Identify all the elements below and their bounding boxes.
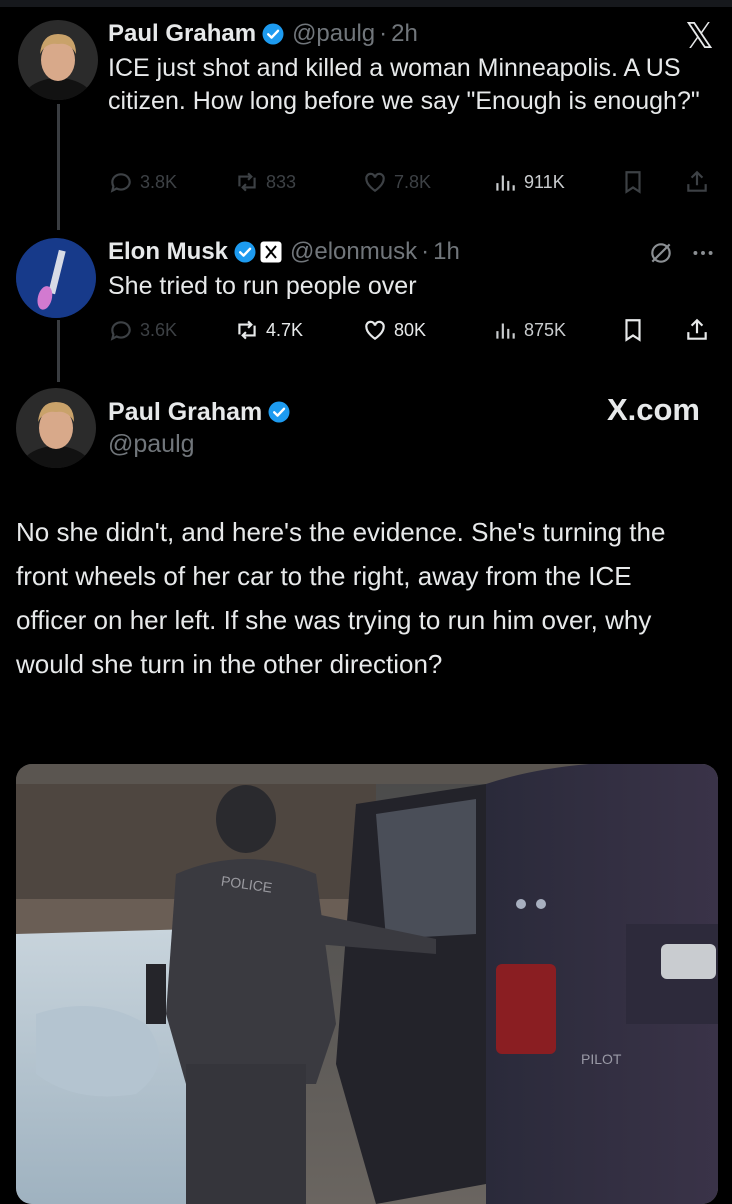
like-count: 80K: [394, 319, 427, 340]
view-count: 911K: [524, 171, 565, 192]
views-icon: [496, 175, 515, 191]
bookmark-button[interactable]: [620, 169, 646, 195]
top-divider: [0, 0, 732, 7]
separator-dot: ·: [379, 20, 388, 47]
x-com-brand: X.com: [606, 392, 700, 427]
thread-connector: [57, 104, 60, 230]
reply-icon: [110, 321, 131, 341]
reply-icon: [110, 173, 131, 193]
verified-badge-icon: [262, 23, 284, 45]
view-count: 875K: [524, 319, 567, 340]
avatar-paul-graham[interactable]: [16, 388, 96, 468]
share-icon: [687, 318, 707, 340]
more-options-icon[interactable]: [690, 240, 716, 266]
tweet-media-image[interactable]: PILOT POLICE: [16, 764, 718, 1204]
author-name[interactable]: Paul Graham: [108, 20, 256, 48]
separator-dot: ·: [421, 238, 430, 265]
x-affiliate-badge-icon: [260, 241, 282, 263]
repost-button[interactable]: 833: [234, 169, 296, 195]
vehicle-badge-text: PILOT: [581, 1051, 622, 1067]
views-button[interactable]: 875K: [492, 317, 566, 343]
avatar-paul-graham[interactable]: [18, 20, 98, 100]
reply-count: 3.6K: [140, 319, 178, 340]
reply-button[interactable]: 3.8K: [108, 169, 177, 195]
like-count: 7.8K: [394, 171, 432, 192]
tweet-text: No she didn't, and here's the evidence. …: [16, 517, 666, 679]
author-name[interactable]: Paul Graham: [108, 398, 262, 427]
reply-count: 3.8K: [140, 171, 178, 192]
reply-button[interactable]: 3.6K: [108, 317, 177, 343]
bookmark-button[interactable]: [620, 317, 646, 343]
share-button[interactable]: [684, 169, 710, 195]
heart-icon: [365, 172, 385, 192]
author-handle[interactable]: @paulg: [292, 20, 375, 48]
repost-icon: [238, 172, 256, 192]
repost-count: 833: [266, 171, 297, 192]
bookmark-icon: [625, 171, 641, 194]
author-name[interactable]: Elon Musk: [108, 238, 228, 266]
tweet[interactable]: Paul Graham @paulg · 2h ICE just shot an…: [108, 18, 712, 118]
tweet-actions: 3.6K 4.7K 80K 875K: [108, 313, 712, 347]
like-button[interactable]: 7.8K: [362, 169, 431, 195]
verified-badge-icon: [234, 241, 256, 263]
share-button[interactable]: [684, 317, 710, 343]
tweet-actions: 3.8K 833 7.8K 911K: [108, 165, 712, 199]
tweet-text: She tried to run people over: [108, 272, 417, 300]
tweet[interactable]: Elon Musk @elonmusk · 1h She tried to ru…: [108, 236, 712, 303]
tweet-text: ICE just shot and killed a woman Minneap…: [108, 54, 700, 115]
author-handle[interactable]: @elonmusk: [290, 238, 417, 266]
thread-connector: [57, 320, 60, 382]
timestamp[interactable]: 2h: [391, 20, 418, 48]
quoted-author[interactable]: Paul Graham @paulg: [108, 396, 290, 459]
verified-badge-icon: [268, 401, 290, 423]
share-icon: [687, 170, 707, 192]
views-button[interactable]: 911K: [492, 169, 565, 195]
repost-button[interactable]: 4.7K: [234, 317, 303, 343]
bookmark-icon: [625, 319, 641, 342]
views-icon: [496, 323, 515, 339]
timestamp[interactable]: 1h: [433, 238, 460, 266]
avatar-elon-musk[interactable]: [16, 238, 96, 318]
like-button[interactable]: 80K: [362, 317, 426, 343]
repost-icon: [238, 320, 256, 340]
heart-icon: [365, 320, 385, 340]
grok-icon[interactable]: [648, 240, 674, 266]
author-handle[interactable]: @paulg: [108, 430, 290, 459]
repost-count: 4.7K: [266, 319, 304, 340]
